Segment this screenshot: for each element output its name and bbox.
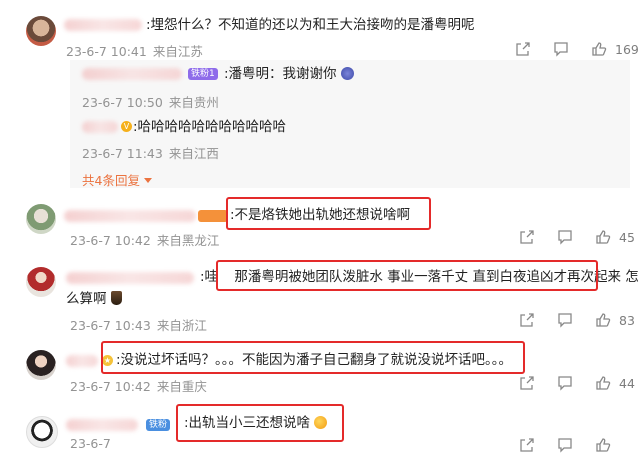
- share-icon[interactable]: [519, 375, 535, 391]
- like-icon[interactable]: [595, 375, 611, 391]
- share-icon[interactable]: [519, 437, 535, 453]
- fan-badge: 铁粉: [146, 419, 171, 431]
- avatar[interactable]: [26, 416, 58, 448]
- username-blurred[interactable]: [64, 19, 142, 31]
- username-blurred[interactable]: [64, 210, 196, 222]
- highlight-box: [216, 260, 598, 291]
- comment-date: 23-6-7 10:41: [66, 44, 147, 59]
- comment-tail: 怎: [625, 269, 639, 285]
- more-replies-link[interactable]: 共4条回复: [82, 170, 152, 189]
- reply-username-blurred[interactable]: [82, 68, 182, 80]
- comment-location: 来自重庆: [156, 379, 207, 394]
- comment-meta: 23-6-7: [70, 436, 111, 451]
- comment-meta: 23-6-7 10:41 来自江苏: [66, 41, 203, 60]
- fan-badge: [198, 210, 228, 222]
- caret-down-icon: [143, 178, 152, 183]
- comment-location: 来自江苏: [152, 44, 203, 59]
- reply-date: 23-6-7 11:43: [82, 146, 163, 161]
- emoji-icon: [340, 67, 354, 80]
- like-count: 169: [615, 41, 639, 57]
- comment-actions: 83: [519, 311, 635, 329]
- reply-username-blurred[interactable]: [82, 121, 118, 133]
- like-icon[interactable]: [591, 41, 607, 57]
- fan-badge: 铁粉1: [188, 68, 218, 80]
- share-icon[interactable]: [519, 312, 535, 328]
- like-icon[interactable]: [595, 229, 611, 245]
- comment-actions: 45: [519, 228, 635, 246]
- highlight-box: [101, 341, 525, 374]
- comment-actions: 44: [519, 374, 635, 392]
- comment-date: 23-6-7 10:42: [70, 379, 151, 394]
- comment-date: 23-6-7 10:42: [70, 233, 151, 248]
- comment-meta: 23-6-7 10:43 来自浙江: [70, 315, 207, 334]
- avatar[interactable]: [26, 204, 56, 234]
- reply-text: :潘粤明：我谢谢你: [224, 65, 354, 83]
- comment-text-line2: 么算啊: [66, 290, 122, 308]
- reply-text: :哈哈哈哈哈哈哈哈哈哈哈: [133, 119, 287, 135]
- avatar[interactable]: [26, 350, 56, 380]
- highlight-box: [176, 404, 344, 442]
- like-icon[interactable]: [595, 312, 611, 328]
- like-count: 83: [619, 312, 635, 328]
- emoji-icon: [110, 291, 122, 305]
- highlight-box: [226, 197, 431, 230]
- avatar[interactable]: [26, 16, 56, 46]
- comment-meta: 23-6-7 10:42 来自重庆: [70, 376, 207, 395]
- like-count: 45: [619, 229, 635, 245]
- reply-text-content: :潘粤明：我谢谢你: [224, 66, 337, 82]
- share-icon[interactable]: [515, 41, 531, 57]
- reply-date: 23-6-7 10:50: [82, 95, 163, 110]
- avatar[interactable]: [26, 267, 56, 297]
- comment-icon[interactable]: [557, 375, 573, 391]
- like-count: 44: [619, 375, 635, 391]
- comment-date: 23-6-7 10:43: [70, 318, 151, 333]
- username-blurred[interactable]: [66, 419, 138, 431]
- comment-text: :埋怨什么？不知道的还以为和王大治接吻的是潘粤明呢: [146, 17, 475, 33]
- comment-actions: [519, 436, 611, 454]
- comment-icon[interactable]: [557, 312, 573, 328]
- like-icon[interactable]: [595, 437, 611, 453]
- comment-icon[interactable]: [557, 437, 573, 453]
- reply-location: 来自贵州: [168, 95, 219, 110]
- vip-icon: V: [121, 121, 132, 132]
- username-blurred[interactable]: [66, 272, 194, 284]
- username-blurred[interactable]: [66, 355, 98, 367]
- comment-date: 23-6-7: [70, 436, 111, 451]
- comment-icon[interactable]: [557, 229, 573, 245]
- reply-location: 来自江西: [168, 146, 219, 161]
- comment-actions: 169: [515, 40, 639, 58]
- comment-location: 来自黑龙江: [156, 233, 220, 248]
- comment-icon[interactable]: [553, 41, 569, 57]
- reply-meta: 23-6-7 10:50 来自贵州: [82, 92, 219, 111]
- reply-meta: 23-6-7 11:43 来自江西: [82, 143, 219, 162]
- comment-meta: 23-6-7 10:42 来自黑龙江: [70, 230, 219, 249]
- comment-location: 来自浙江: [156, 318, 207, 333]
- share-icon[interactable]: [519, 229, 535, 245]
